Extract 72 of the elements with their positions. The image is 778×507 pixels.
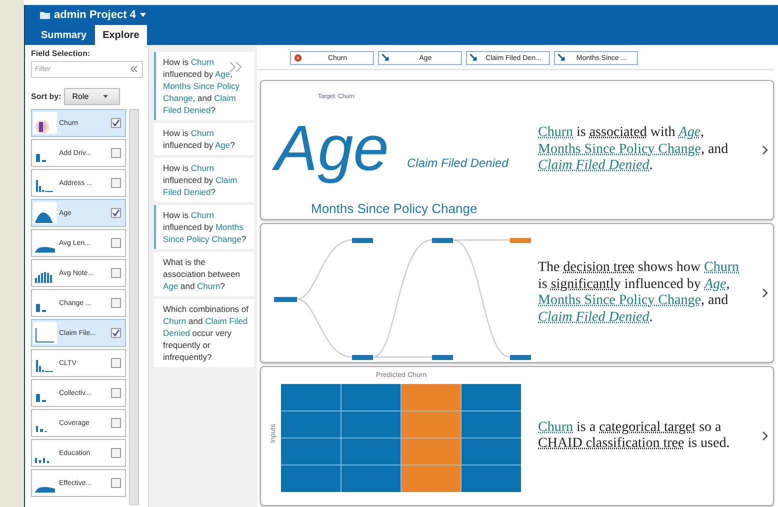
checkbox[interactable] (111, 268, 121, 278)
folder-icon (40, 11, 50, 19)
checkbox[interactable] (111, 478, 121, 488)
checkbox[interactable] (111, 208, 121, 218)
checkbox[interactable] (111, 178, 121, 188)
histogram-icon (36, 426, 47, 432)
project-title[interactable]: admin Project 4 (54, 9, 136, 21)
caret-icon (102, 95, 108, 98)
question-item[interactable]: How is Churn influenced by Months Since Policy Change? (154, 205, 254, 249)
term-link[interactable]: CHAID classification tree (538, 436, 684, 451)
field-link[interactable]: Churn (538, 125, 573, 140)
histogram-icon (33, 112, 57, 134)
field-link[interactable]: Claim Filed Denied (538, 310, 650, 324)
field-link[interactable]: Churn (538, 420, 573, 434)
question-item[interactable]: How is Churn influenced by Age? (154, 123, 254, 155)
target-icon (294, 54, 302, 62)
word-cloud-label: Months Since Policy Change (311, 201, 478, 216)
insight-card[interactable]: The decision tree shows how Churn is significantly influenced by Age, Months Since Policy Change, and Claim Filed Denied. (260, 223, 774, 363)
checkbox[interactable] (111, 328, 121, 338)
question-item[interactable]: How is Churn influenced by Claim Filed Denied? (154, 158, 254, 202)
field-link[interactable]: Age (704, 276, 726, 292)
tab[interactable]: Summary (33, 25, 95, 45)
tab[interactable]: Explore (94, 25, 148, 45)
word-cloud-label: Claim Filed Denied (407, 156, 508, 170)
checkbox[interactable] (111, 448, 121, 458)
histogram-icon (35, 247, 55, 253)
checkbox[interactable] (111, 238, 121, 248)
histogram-icon (36, 394, 46, 402)
histogram-icon (36, 154, 46, 162)
term-link[interactable]: categorical (599, 420, 664, 434)
caret-icon (140, 13, 146, 17)
chevron-right-icon (762, 145, 768, 155)
checkbox[interactable] (111, 388, 121, 398)
histogram-icon (33, 202, 57, 224)
checkbox[interactable] (111, 418, 121, 428)
sort-label: Sort by: (31, 92, 62, 101)
panel-heading: Field Selection: (31, 49, 92, 58)
histogram-icon (36, 304, 46, 312)
arrow-icon (558, 54, 566, 62)
histogram-icon (35, 487, 55, 493)
field-link[interactable]: Claim Filed Denied (538, 158, 650, 174)
checkbox[interactable] (111, 118, 121, 128)
histogram-icon (35, 272, 52, 283)
sort-dropdown[interactable]: Role (64, 88, 120, 105)
chevron-right-icon (762, 288, 768, 298)
insight-text: The decision tree shows how Churn is significantly influenced by Age, Months Since Policy Change, and Claim Filed Denied. (538, 260, 740, 326)
field-link[interactable]: Months Since Policy Change (538, 142, 701, 157)
histogram-icon (35, 458, 49, 463)
question-item[interactable]: What is the association between Age and Churn? (154, 252, 254, 296)
field-link[interactable]: Churn (704, 260, 740, 275)
histogram-icon (36, 360, 53, 372)
arrow-icon (382, 54, 390, 62)
question-item[interactable]: Which combinations of Churn and Claim Filed Denied occur very frequently or infrequently? (154, 299, 254, 367)
insight-text: Churn is associated with Age, Months Since Policy Change, and Claim Filed Denied. (538, 125, 730, 175)
checkbox[interactable] (111, 298, 121, 308)
checkbox[interactable] (111, 358, 121, 368)
term-link[interactable]: significantly (550, 276, 621, 292)
insight-text: Churn is a categorical target so a CHAID classification tree is used. (538, 420, 731, 452)
term-link[interactable]: target (664, 420, 696, 434)
term-link[interactable]: decision tree (563, 260, 634, 275)
scrollbar[interactable] (129, 109, 139, 505)
histogram-icon (36, 180, 53, 192)
checkbox[interactable] (111, 148, 121, 158)
term-link[interactable]: associated (589, 125, 647, 140)
field-link[interactable]: Months Since Policy Change (538, 293, 701, 308)
field-link[interactable]: Age (678, 125, 701, 140)
collapse-icon[interactable] (131, 66, 137, 72)
question-item[interactable]: How is Churn influenced by Age, Months Since Policy Change, and Claim Filed Denied? (154, 52, 254, 120)
arrow-icon (470, 54, 478, 62)
expand-icon[interactable] (229, 61, 243, 73)
histogram-icon (33, 322, 57, 344)
chevron-right-icon (762, 431, 768, 441)
